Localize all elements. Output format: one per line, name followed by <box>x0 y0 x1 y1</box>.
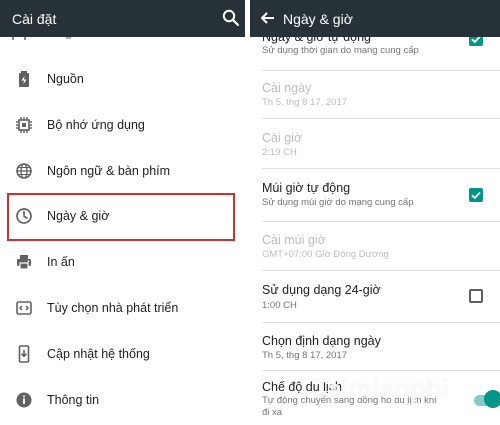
print-icon <box>15 253 33 271</box>
menu-item-label: Bộ nhớ ứng dụng <box>47 118 145 132</box>
menu-item-about[interactable]: Thông tin <box>0 379 245 423</box>
globe-icon <box>15 162 33 180</box>
setting-title: Chọn định dạng ngày <box>262 334 381 348</box>
setting-subtitle: 2:19 CH <box>262 147 297 158</box>
setting-auto-timezone[interactable]: Múi giờ tự động Sử dụng múi giờ do mạng … <box>250 169 500 221</box>
setting-set-date[interactable]: Cài ngày Th 5, thg 8 17, 2017 <box>250 71 500 119</box>
date-time-app-bar: Ngày & giờ <box>250 0 500 37</box>
memory-icon <box>15 116 33 134</box>
setting-subtitle: Th 5, thg 8 17, 2017 <box>262 350 348 361</box>
menu-item-label: Ngôn ngữ & bàn phím <box>47 164 171 178</box>
menu-item-label: Cập nhật hệ thống <box>47 347 150 361</box>
setting-title: Cài ngày <box>262 81 312 95</box>
menu-item-label: Thông tin <box>47 393 100 407</box>
watermark-text: Taimienphi <box>313 374 449 404</box>
menu-item-label: In ấn <box>47 255 75 269</box>
page-title: Ngày & giờ <box>283 11 353 27</box>
24-hour-checkbox[interactable] <box>469 289 483 303</box>
menu-item-printing[interactable]: In ấn <box>0 241 245 285</box>
info-icon <box>15 391 33 409</box>
setting-subtitle: Th 5, thg 8 17, 2017 <box>262 97 348 108</box>
setting-title: Cài giờ <box>262 131 303 145</box>
battery-icon <box>15 70 33 88</box>
menu-item-label: Tùy chọn nhà phát triển <box>47 301 179 315</box>
menu-item-app-memory[interactable]: Bộ nhớ ứng dụng <box>0 104 245 148</box>
setting-subtitle-line2: đi xa <box>262 407 283 418</box>
system-update-icon <box>15 345 33 363</box>
menu-item-developer-options[interactable]: Tùy chọn nhà phát triển <box>0 287 245 331</box>
settings-app-bar: Cài đặt <box>0 0 245 37</box>
menu-item-power[interactable]: Nguồn <box>0 58 245 102</box>
menu-item-system-update[interactable]: Cập nhật hệ thống <box>0 333 245 377</box>
setting-24-hour-format[interactable]: Sử dụng dạng 24-giờ 1:00 CH <box>250 271 500 322</box>
setting-title: Sử dụng dạng 24-giờ <box>262 283 381 297</box>
settings-pane: Cài đặt Nguồn Bộ nhớ ứng dụng Ngôn ngữ &… <box>0 0 245 425</box>
setting-set-time[interactable]: Cài giờ 2:19 CH <box>250 119 500 169</box>
page-title: Cài đặt <box>12 11 57 27</box>
date-time-pane: Ngày & giờ tự động Sử dụng thời gian do … <box>250 0 500 425</box>
highlight-box <box>7 193 235 241</box>
watermark-logo: Taimienphi .vn <box>313 374 500 422</box>
setting-set-timezone[interactable]: Cài múi giờ GMT+07:00 Giờ Đông Dương <box>250 222 500 270</box>
menu-item-label: Nguồn <box>47 72 84 86</box>
setting-subtitle: Sử dụng múi giờ do mạng cung cấp <box>262 197 414 208</box>
setting-date-format[interactable]: Chọn định dạng ngày Th 5, thg 8 17, 2017 <box>250 323 500 371</box>
setting-subtitle: 1:00 CH <box>262 300 297 311</box>
setting-subtitle: GMT+07:00 Giờ Đông Dương <box>262 249 389 260</box>
search-icon[interactable] <box>221 8 241 28</box>
watermark-suffix: .vn <box>439 404 455 416</box>
arrow-back-icon[interactable] <box>258 8 278 28</box>
setting-title: Cài múi giờ <box>262 233 326 247</box>
menu-item-language-keyboard[interactable]: Ngôn ngữ & bàn phím <box>0 150 245 194</box>
setting-subtitle: Sử dụng thời gian do mạng cung cấp <box>262 45 419 56</box>
code-icon <box>15 299 33 317</box>
setting-title: Múi giờ tự động <box>262 181 351 195</box>
auto-timezone-checkbox[interactable] <box>469 188 483 202</box>
